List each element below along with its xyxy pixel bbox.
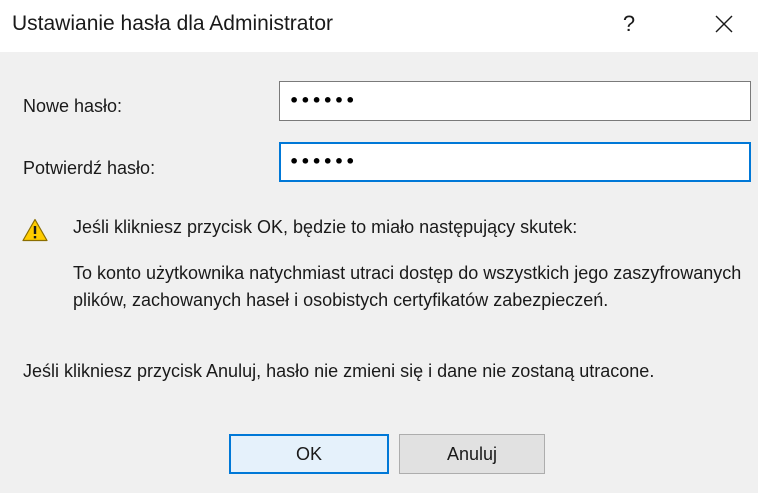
- title-bar: Ustawianie hasła dla Administrator ?: [0, 0, 758, 52]
- warning-body: To konto użytkownika natychmiast utraci …: [73, 263, 742, 310]
- confirm-password-field[interactable]: ••••••: [279, 142, 751, 182]
- new-password-field[interactable]: ••••••: [279, 81, 751, 121]
- dialog-title: Ustawianie hasła dla Administrator: [12, 12, 333, 35]
- close-icon: [715, 15, 733, 33]
- ok-button[interactable]: OK: [229, 434, 389, 474]
- cancel-button[interactable]: Anuluj: [399, 434, 545, 474]
- new-password-label: Nowe hasło:: [23, 96, 123, 116]
- close-button[interactable]: [700, 4, 748, 44]
- cancel-note: Jeśli klikniesz przycisk Anuluj, hasło n…: [23, 361, 655, 381]
- help-button[interactable]: ?: [607, 4, 651, 44]
- set-password-dialog: Ustawianie hasła dla Administrator ? Now…: [0, 0, 758, 493]
- warning-icon: [22, 218, 48, 242]
- confirm-password-label: Potwierdź hasło:: [23, 158, 156, 178]
- warning-headline: Jeśli klikniesz przycisk OK, będzie to m…: [73, 217, 578, 237]
